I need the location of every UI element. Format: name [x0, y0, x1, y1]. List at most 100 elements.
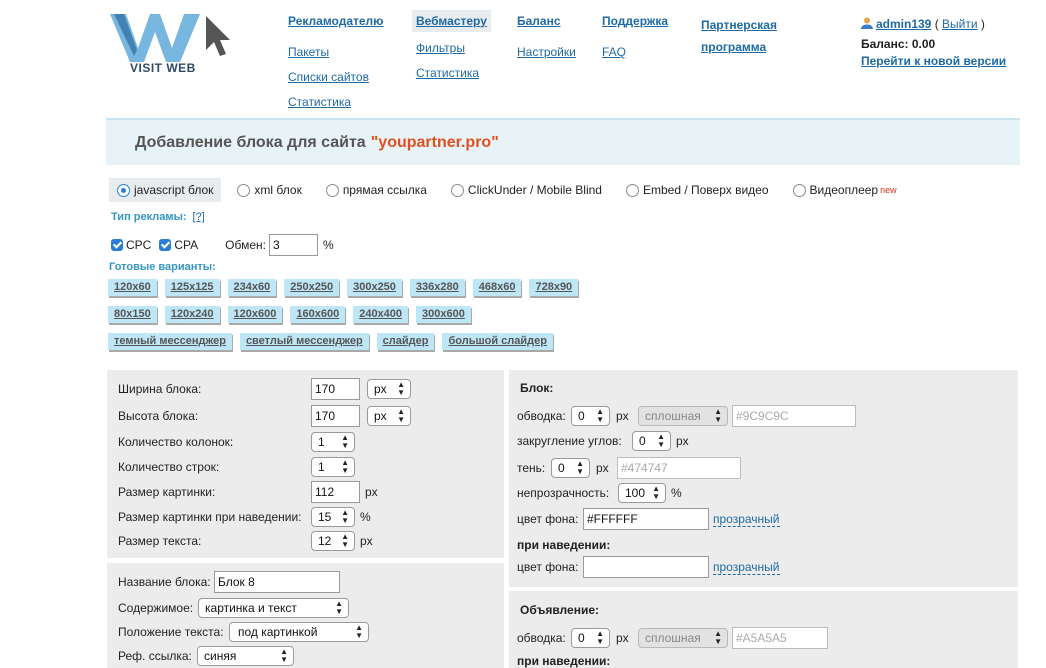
nav-webmaster-link[interactable]: Вебмастеру: [416, 14, 487, 29]
cpc-checkbox[interactable]: [111, 239, 123, 251]
type-xml[interactable]: xml блок: [229, 178, 309, 202]
cpa-checkbox[interactable]: [159, 239, 172, 251]
preset-300x250[interactable]: 300x250: [347, 279, 402, 296]
radio-icon[interactable]: [325, 183, 339, 197]
rows-select[interactable]: 1 ▲ ▼: [311, 457, 355, 477]
shadow-value: 0: [558, 461, 565, 475]
nav-balance-link[interactable]: Баланс: [517, 14, 576, 29]
exchange-input[interactable]: 3: [268, 234, 318, 256]
nav-advertiser-stats-link[interactable]: Статистика: [288, 90, 383, 115]
border-unit: px: [616, 409, 629, 423]
preset-300x600[interactable]: 300x600: [416, 306, 471, 323]
select-arrows-icon: ▲ ▼: [596, 629, 604, 646]
hover-bg-transparent-link[interactable]: прозрачный: [713, 560, 780, 575]
content-select[interactable]: картинка и текст ▲ ▼: [198, 598, 349, 618]
rows-value: 1: [318, 460, 325, 474]
radio-icon[interactable]: [237, 183, 251, 197]
preset-468x60[interactable]: 468x60: [472, 279, 522, 296]
nav-settings-link[interactable]: Настройки: [517, 40, 576, 65]
ad-style-panel: Объявление: обводка: 0 ▲ ▼ px сплошная ▲ ▼ #…: [509, 591, 1018, 668]
preset-dark-messenger[interactable]: темный мессенджер: [108, 333, 232, 350]
image-size-input[interactable]: 112: [311, 481, 360, 503]
shadow-label: тень:: [517, 461, 546, 475]
opacity-select[interactable]: 100 ▲ ▼: [618, 483, 666, 503]
nav-site-lists-link[interactable]: Списки сайтов: [288, 65, 383, 90]
opacity-value: 100: [625, 486, 646, 500]
balance: Баланс: 0.00: [861, 34, 1006, 54]
preset-light-messenger[interactable]: светлый мессенджер: [239, 333, 369, 350]
logo-text: VISIT WEB: [130, 61, 196, 75]
ad-heading: Объявление:: [520, 603, 599, 617]
select-arrows-icon: ▲ ▼: [596, 407, 604, 424]
rows-row: Количество строк: 1 ▲ ▼: [118, 457, 355, 477]
nav-webmaster-active-tab: Вебмастеру: [412, 10, 491, 32]
preset-125x125[interactable]: 125x125: [164, 279, 220, 296]
type-embed[interactable]: Embed / Поверх видео: [618, 178, 777, 202]
cols-select[interactable]: 1 ▲ ▼: [311, 432, 355, 452]
text-position-row: Положение текста: под картинкой ▲ ▼: [118, 622, 369, 642]
text-position-label: Положение текста:: [118, 625, 224, 639]
ad-border-style-select[interactable]: сплошная ▲ ▼: [638, 628, 728, 648]
username-link[interactable]: admin139: [876, 17, 931, 31]
radius-select[interactable]: 0 ▲ ▼: [632, 431, 671, 451]
type-javascript[interactable]: javascript блок: [109, 178, 222, 202]
ref-link-select[interactable]: синяя ▲ ▼: [197, 646, 294, 666]
nav-filters-link[interactable]: Фильтры: [416, 36, 491, 61]
border-width-select[interactable]: 0 ▲ ▼: [571, 406, 610, 426]
text-size-select[interactable]: 12 ▲ ▼: [311, 531, 355, 551]
height-unit-select[interactable]: px ▲ ▼: [367, 406, 411, 426]
nav-faq-link[interactable]: FAQ: [602, 40, 668, 65]
preset-160x600[interactable]: 160x600: [290, 306, 346, 323]
preset-120x60[interactable]: 120x60: [108, 279, 157, 296]
presets-label: Готовые варианты:: [109, 261, 216, 273]
image-hover-select[interactable]: 15 ▲ ▼: [311, 507, 355, 527]
hover-bg-input[interactable]: [583, 556, 709, 578]
height-label: Высота блока:: [118, 409, 199, 423]
radio-icon[interactable]: [450, 183, 464, 197]
block-name-input[interactable]: Блок 8: [214, 571, 340, 593]
radio-icon[interactable]: [792, 183, 806, 197]
ad-type-help-link[interactable]: [?]: [193, 211, 205, 223]
type-label: xml блок: [254, 183, 302, 197]
balance-value: 0.00: [911, 37, 936, 51]
width-input[interactable]: 170: [311, 378, 360, 400]
preset-240x400[interactable]: 240x400: [353, 306, 409, 323]
ad-border-color-input[interactable]: #A5A5A5: [732, 627, 828, 649]
preset-big-slider[interactable]: большой слайдер: [442, 333, 553, 350]
nav-packages-link[interactable]: Пакеты: [288, 40, 383, 65]
type-direct-link[interactable]: прямая ссылка: [318, 178, 435, 202]
nav-webmaster-stats-link[interactable]: Статистика: [416, 61, 491, 86]
text-position-select[interactable]: под картинкой ▲ ▼: [229, 622, 369, 642]
width-unit-select[interactable]: px ▲ ▼: [367, 379, 411, 399]
new-version-link[interactable]: Перейти к новой версии: [861, 54, 1006, 68]
preset-80x150[interactable]: 80x150: [108, 306, 157, 323]
preset-336x280[interactable]: 336x280: [409, 279, 465, 296]
preset-250x250[interactable]: 250x250: [284, 279, 340, 296]
border-color-input[interactable]: #9C9C9C: [732, 405, 856, 427]
nav-partner-line1: Партнерская: [701, 18, 777, 32]
type-clickunder[interactable]: ClickUnder / Mobile Blind: [443, 178, 610, 202]
logout-link[interactable]: Выйти: [942, 17, 978, 31]
bg-transparent-link[interactable]: прозрачный: [713, 512, 780, 527]
preset-slider[interactable]: слайдер: [376, 333, 435, 350]
shadow-select[interactable]: 0 ▲ ▼: [551, 458, 590, 478]
bg-color-input[interactable]: #FFFFFF: [583, 508, 709, 530]
nav-partner-link[interactable]: Партнерская программа: [701, 14, 777, 58]
nav-advertiser-link[interactable]: Рекламодателю: [288, 14, 383, 29]
image-hover-row: Размер картинки при наведении: 15 ▲ ▼ %: [118, 507, 371, 527]
shadow-color-input[interactable]: #474747: [617, 457, 741, 479]
nav-support-link[interactable]: Поддержка: [602, 14, 668, 29]
radio-icon[interactable]: [625, 183, 639, 197]
type-videoplayer[interactable]: Видеоплеер new: [785, 178, 905, 202]
text-size-row: Размер текста: 12 ▲ ▼ px: [118, 531, 373, 551]
border-style-select[interactable]: сплошная ▲ ▼: [638, 406, 728, 426]
preset-120x240[interactable]: 120x240: [164, 306, 220, 323]
preset-120x600[interactable]: 120x600: [227, 306, 283, 323]
preset-234x60[interactable]: 234x60: [227, 279, 277, 296]
nav-partner: Партнерская программа: [701, 14, 777, 69]
radio-icon[interactable]: [117, 183, 130, 197]
height-input[interactable]: 170: [311, 405, 360, 427]
cpc-cpa-row: CPC CPA Обмен: 3 %: [111, 234, 334, 256]
preset-728x90[interactable]: 728x90: [529, 279, 579, 296]
ad-border-width-select[interactable]: 0 ▲ ▼: [571, 628, 610, 648]
